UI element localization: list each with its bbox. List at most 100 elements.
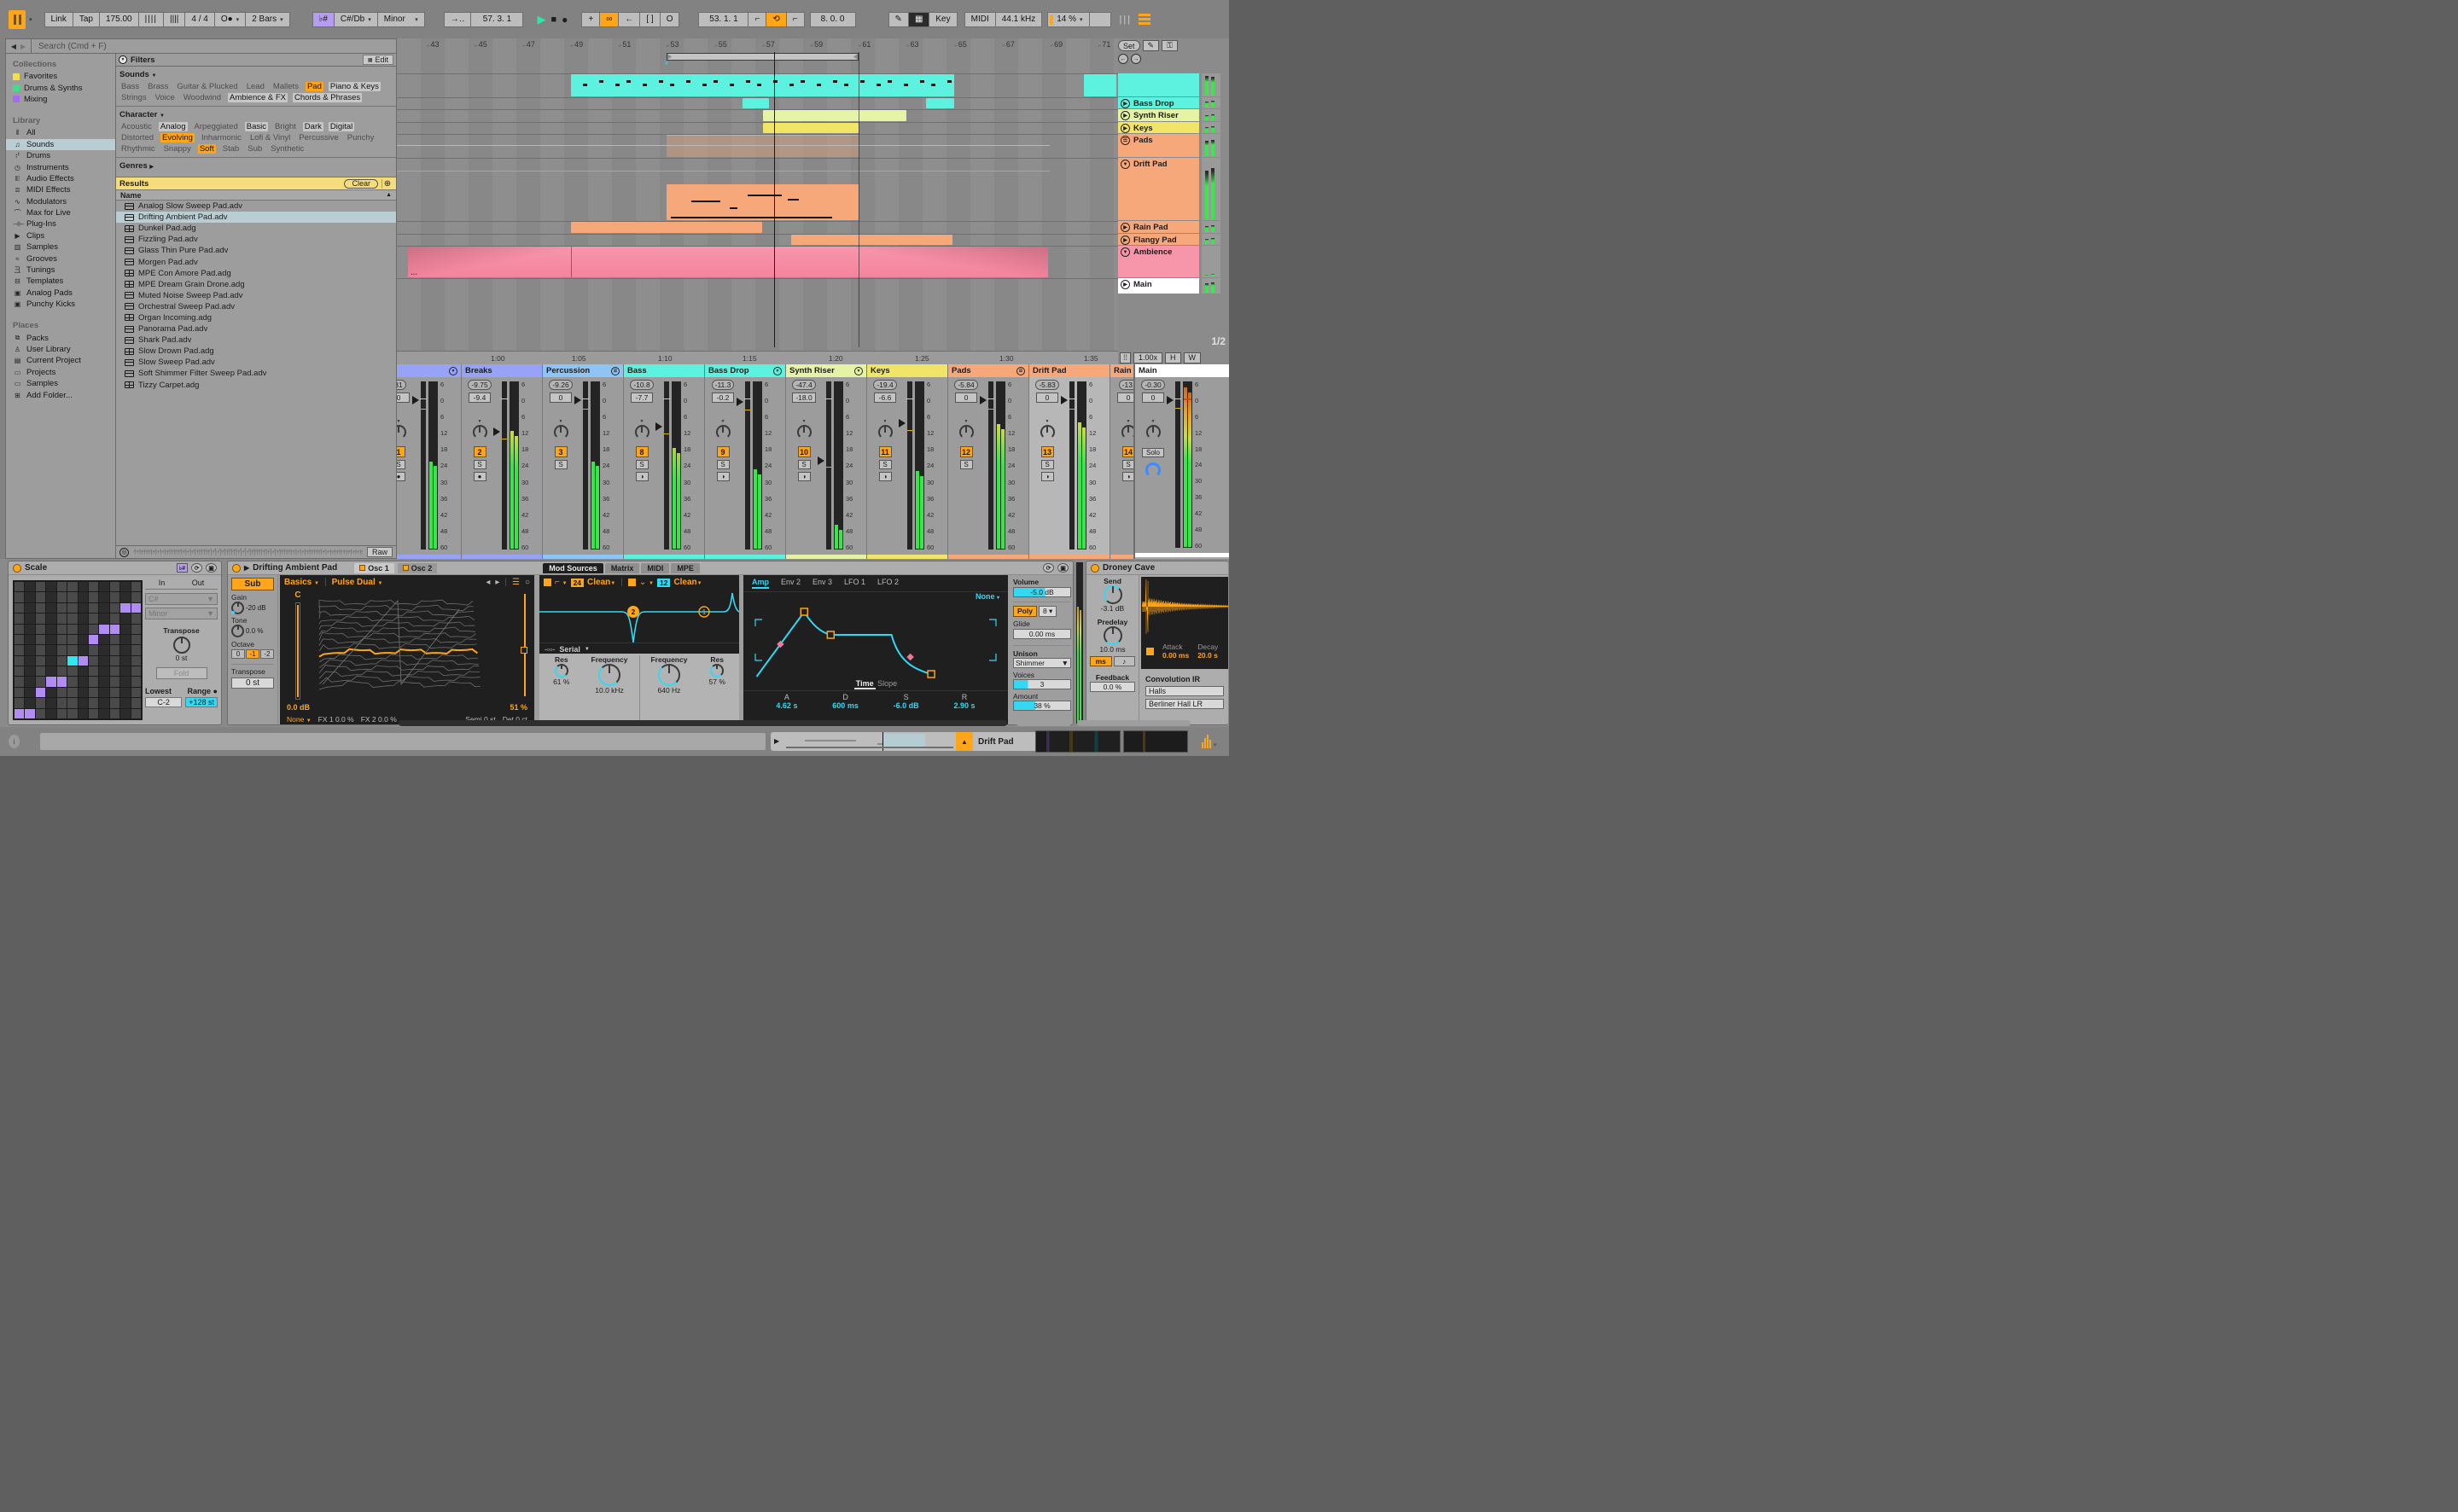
fader-handle[interactable] [655,422,662,431]
scale-grid-cell[interactable] [78,698,88,708]
scale-grid-cell[interactable] [46,666,56,677]
scale-grid-cell[interactable] [25,645,35,655]
scale-grid-cell[interactable] [35,687,46,698]
volume-field[interactable]: 0 [955,393,977,403]
tab-midi[interactable]: MIDI [641,562,670,573]
unison-voices-field[interactable]: 3 [1013,679,1071,689]
osc-gain-value[interactable]: 0.0 dB [287,703,310,712]
scale-grid-cell[interactable] [15,655,25,666]
save-preset-icon[interactable]: ▣ [206,563,217,573]
filter-chip-lofi-vinyl[interactable]: Lofi & Vinyl [248,133,292,142]
track-header-keys[interactable]: ▶ Keys [1118,122,1199,133]
env-tab-amp[interactable]: Amp [752,578,769,589]
metronome-count-in-icon[interactable]: |||| [162,11,185,27]
list-item[interactable]: Orchestral Sweep Pad.adv [116,301,396,312]
device-thumbnail[interactable] [1035,730,1121,753]
pan-knob[interactable] [634,425,649,439]
volume-fader[interactable] [574,380,589,553]
fold-icon[interactable]: ▶ [1121,223,1130,232]
scale-grid-cell[interactable] [56,708,67,718]
scale-root-menu[interactable]: C#/Db ▾ [333,11,377,27]
solo-button[interactable]: S [959,460,973,469]
scale-grid-cell[interactable] [56,677,67,687]
logo-caret-icon[interactable]: ▾ [29,16,32,23]
scale-grid-cell[interactable] [15,666,25,677]
scale-grid-cell[interactable] [46,687,56,698]
filter-chip-snappy[interactable]: Snappy [162,144,193,154]
mixer-channel-pads[interactable]: Pads ☰ -5.84 0 12 S 6061218243036424860 [948,364,1028,559]
sub-gain-knob[interactable] [231,602,244,614]
filter1-freq-knob[interactable]: Frequency 10.0 kHz [584,655,636,724]
scale-grid-cell[interactable] [46,698,56,708]
scale-grid-cell[interactable] [46,655,56,666]
sidebar-item-mixing[interactable]: Mixing [6,94,115,105]
filter-chip-lead[interactable]: Lead [245,82,266,91]
pan-knob[interactable] [1145,425,1161,439]
scale-grid-cell[interactable] [88,582,99,592]
scale-grid-cell[interactable] [109,655,120,666]
info-icon[interactable]: i [9,735,20,748]
scale-grid-cell[interactable] [67,634,78,645]
track-lane-bass-drop[interactable] [397,97,1118,108]
env-attack-field[interactable]: A 4.62 s [776,693,797,710]
wt-position-value[interactable]: 51 % [510,703,527,712]
scale-grid-cell[interactable] [15,592,25,602]
tab-osc1[interactable]: Osc 1 [354,562,394,573]
fader-handle[interactable] [412,396,419,405]
filter-chip-strings[interactable]: Strings [119,93,149,102]
track-lane-ambience[interactable]: … [397,246,1118,277]
scale-root-dropdown[interactable]: C# ▼ [145,593,218,605]
scale-grid-cell[interactable] [15,634,25,645]
channel-header[interactable]: Drift Pad [1029,364,1110,377]
pan-knob[interactable] [796,425,812,439]
zoom-back-button[interactable]: 1/2 [1211,335,1226,347]
filter1-type-icon[interactable]: ⌐ ▼ [555,578,568,587]
scale-grid-cell[interactable] [15,698,25,708]
scale-grid-cell[interactable] [15,624,25,634]
scale-grid-cell[interactable] [99,614,109,624]
scale-grid-cell[interactable] [67,624,78,634]
midi-map-button[interactable]: MIDI [964,11,995,27]
sidebar-item-modulators[interactable]: ∿ Modulators [6,196,115,207]
filter1-mode-menu[interactable]: Clean▼ [587,578,615,587]
filter-chip-basic[interactable]: Basic [244,122,268,131]
scale-grid-cell[interactable] [120,592,131,602]
metronome-icon[interactable]: |||| [137,11,163,27]
scale-grid-cell[interactable] [25,666,35,677]
volume-field[interactable]: -7.7 [631,393,653,403]
track-lane-main[interactable] [397,278,1118,294]
fader-handle[interactable] [737,398,743,407]
sidebar-item-max-for-live[interactable]: ⌒ Max for Live [6,207,115,218]
fold-icon[interactable]: ▶ [1121,124,1130,133]
scale-name-dropdown[interactable]: Minor ▼ [145,608,218,619]
filter-chip-brass[interactable]: Brass [146,82,170,91]
volume-field[interactable]: -9.4 [469,393,491,403]
scale-grid-cell[interactable] [35,624,46,634]
monitor-button[interactable]: ◑ [635,472,649,481]
device-on-toggle[interactable] [1091,563,1099,573]
scale-grid-cell[interactable] [25,655,35,666]
sidebar-item-midi-effects[interactable]: ≣ MIDI Effects [6,184,115,195]
mixer-channel-drift-pad[interactable]: Drift Pad -5.83 0 13 S ◑ 6061218243036424860 [1029,364,1110,559]
groove-amount-menu[interactable]: O● ▾ [213,11,246,27]
scale-grid-cell[interactable] [67,655,78,666]
filter-group-title[interactable]: Character ▼ [119,108,393,122]
fold-icon[interactable]: ▶ [1121,111,1130,120]
filter-chip-bass[interactable]: Bass [119,82,141,91]
fx-routing-menu[interactable]: None ▼ [287,715,312,724]
sidebar-item-drums[interactable]: ⠞ Drums [6,150,115,161]
scale-grid-cell[interactable] [25,634,35,645]
volume-fader[interactable] [493,380,508,553]
scale-grid-cell[interactable] [46,614,56,624]
pan-knob[interactable] [715,425,731,439]
scale-grid-cell[interactable] [35,634,46,645]
scale-grid-cell[interactable] [35,614,46,624]
fold-icon[interactable]: ▼ [854,366,863,375]
fader-handle[interactable] [818,457,824,466]
scale-grid-cell[interactable] [15,645,25,655]
sidebar-item-add-folder-[interactable]: ⊞ Add Folder... [6,389,115,400]
scale-grid-cell[interactable] [78,634,88,645]
scale-grid-cell[interactable] [131,677,141,687]
volume-field[interactable]: 0 [1036,393,1058,403]
sidebar-item-tunings[interactable]: ⼹ Tunings [6,265,115,276]
